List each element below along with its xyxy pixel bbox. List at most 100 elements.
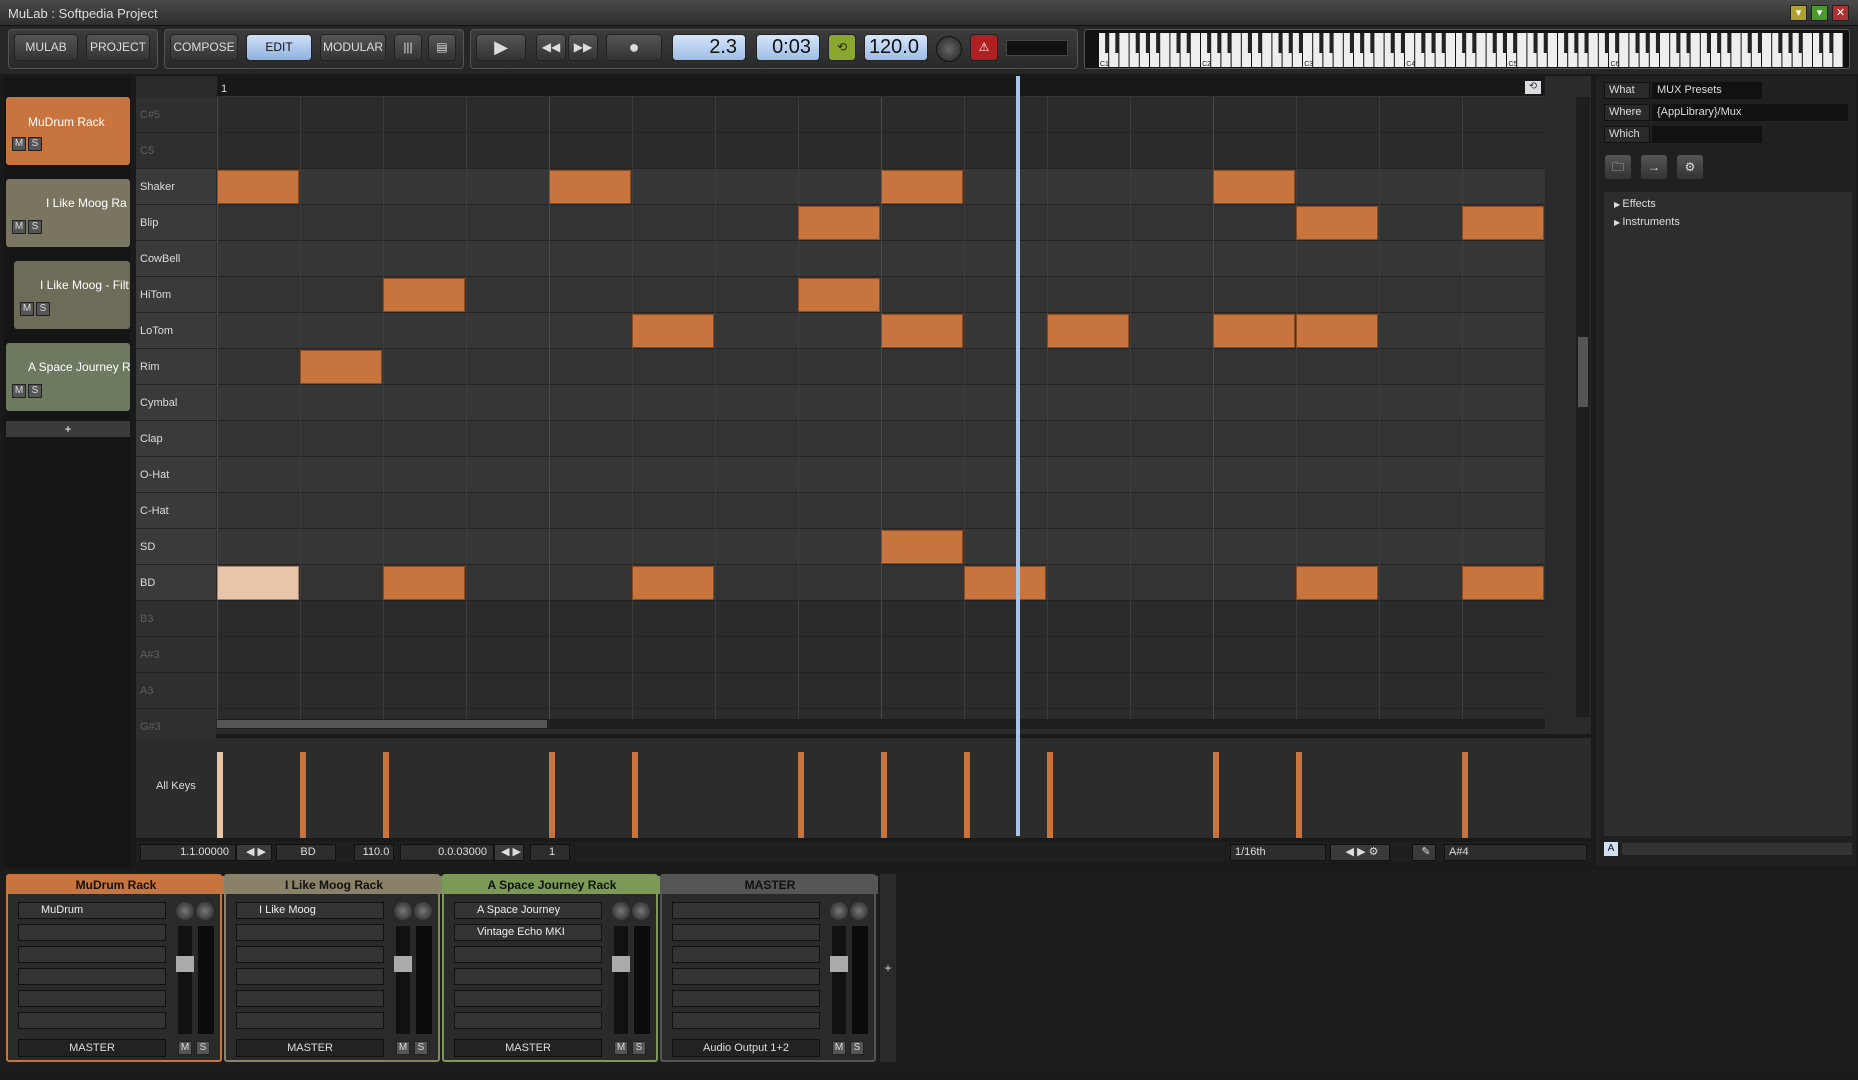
send-knob-icon[interactable]: [414, 902, 432, 920]
white-key[interactable]: [1262, 33, 1272, 67]
key-label[interactable]: SD: [136, 529, 216, 565]
note-block[interactable]: [549, 170, 631, 204]
fader-handle[interactable]: [612, 956, 630, 972]
insert-slot[interactable]: [236, 968, 384, 985]
loop-icon[interactable]: ⟲: [828, 34, 856, 61]
white-key[interactable]: [1333, 33, 1343, 67]
velocity-lane[interactable]: All Keys: [136, 738, 1591, 838]
note-length-field[interactable]: 0.0.03000: [400, 844, 494, 861]
edit-button[interactable]: EDIT: [246, 34, 312, 61]
maximize-icon[interactable]: ▾: [1811, 5, 1828, 21]
mute-button[interactable]: M: [614, 1041, 628, 1055]
insert-slot[interactable]: [236, 990, 384, 1007]
note-grid[interactable]: [217, 97, 1545, 719]
velocity-bar[interactable]: [798, 752, 804, 838]
key-label[interactable]: Clap: [136, 421, 216, 457]
white-key[interactable]: [1445, 33, 1455, 67]
solo-button[interactable]: S: [28, 137, 42, 151]
mute-button[interactable]: M: [20, 302, 34, 316]
time-display[interactable]: 0:03: [756, 34, 820, 61]
note-block[interactable]: [1213, 170, 1295, 204]
note-block[interactable]: [1213, 314, 1295, 348]
add-track-button[interactable]: +: [6, 421, 130, 437]
horizontal-scrollbar[interactable]: [217, 719, 1545, 729]
note-block[interactable]: [964, 566, 1046, 600]
insert-slot[interactable]: [454, 968, 602, 985]
note-block[interactable]: [798, 206, 880, 240]
play-icon[interactable]: ▶: [476, 34, 526, 61]
note-key-field[interactable]: BD: [276, 844, 336, 861]
track-moog-filter[interactable]: I Like Moog - Filt MS: [14, 261, 130, 329]
pencil-icon[interactable]: ✎: [1412, 844, 1436, 861]
white-key[interactable]: [1802, 33, 1812, 67]
white-key[interactable]: [1660, 33, 1670, 67]
pan-knob-icon[interactable]: [612, 902, 630, 920]
fader-handle[interactable]: [394, 956, 412, 972]
mute-button[interactable]: M: [178, 1041, 192, 1055]
mixer-view-icon[interactable]: |||: [394, 34, 422, 61]
note-block[interactable]: [1462, 206, 1544, 240]
velocity-bar[interactable]: [1296, 752, 1302, 838]
quantize-stepper-icon[interactable]: ◀ ▶ ⚙: [1330, 844, 1390, 861]
fader-handle[interactable]: [830, 956, 848, 972]
add-strip-button[interactable]: +: [880, 874, 896, 1062]
note-block[interactable]: [1462, 566, 1544, 600]
solo-button[interactable]: S: [28, 384, 42, 398]
velocity-bar[interactable]: [1213, 752, 1219, 838]
output-select[interactable]: MASTER: [18, 1039, 166, 1057]
where-field[interactable]: {AppLibrary}/Mux: [1652, 104, 1848, 121]
send-knob-icon[interactable]: [632, 902, 650, 920]
white-key[interactable]: [1547, 33, 1557, 67]
key-label[interactable]: B3: [136, 601, 216, 637]
track-mudrum[interactable]: MuDrum Rack MS: [6, 97, 130, 165]
track-space-journey[interactable]: A Space Journey R MS: [6, 343, 130, 411]
fast-forward-icon[interactable]: ▶▶: [568, 34, 598, 61]
key-label[interactable]: CowBell: [136, 241, 216, 277]
solo-button[interactable]: S: [196, 1041, 210, 1055]
gear-icon[interactable]: ⚙: [1676, 154, 1704, 180]
length-stepper-icon[interactable]: ◀ ▶: [494, 844, 524, 861]
key-label[interactable]: HiTom: [136, 277, 216, 313]
note-block[interactable]: [383, 566, 465, 600]
note-position-field[interactable]: 1.1.00000: [140, 844, 236, 861]
mute-button[interactable]: M: [12, 137, 26, 151]
key-label[interactable]: C#5: [136, 97, 216, 133]
white-key[interactable]: [1833, 33, 1843, 67]
note-block[interactable]: [1296, 566, 1378, 600]
rewind-icon[interactable]: ◀◀: [536, 34, 566, 61]
project-button[interactable]: PROJECT: [86, 34, 150, 61]
piano-keys[interactable]: C1 C2 C3 C4 C5 C6: [1085, 30, 1851, 70]
insert-slot[interactable]: [672, 924, 820, 941]
solo-button[interactable]: S: [850, 1041, 864, 1055]
track-moog-rack[interactable]: I Like Moog Ra MS: [6, 179, 130, 247]
browser-view-icon[interactable]: ▤: [428, 34, 456, 61]
velocity-bars[interactable]: [217, 738, 1545, 838]
velocity-bar[interactable]: [217, 752, 223, 838]
mute-button[interactable]: M: [832, 1041, 846, 1055]
note-block[interactable]: [1296, 314, 1378, 348]
pan-knob-icon[interactable]: [394, 902, 412, 920]
output-select[interactable]: MASTER: [236, 1039, 384, 1057]
note-block[interactable]: [881, 530, 963, 564]
velocity-bar[interactable]: [383, 752, 389, 838]
white-key[interactable]: [1231, 33, 1241, 67]
insert-slot[interactable]: [672, 902, 820, 919]
record-icon[interactable]: ●: [606, 34, 662, 61]
note-velocity-field[interactable]: 110.0: [354, 844, 394, 861]
white-key[interactable]: [1690, 33, 1700, 67]
import-icon[interactable]: →: [1640, 154, 1668, 180]
note-block[interactable]: [798, 278, 880, 312]
white-key[interactable]: [1588, 33, 1598, 67]
white-key[interactable]: [1119, 33, 1129, 67]
insert-slot[interactable]: A Space Journey: [454, 902, 602, 919]
insert-slot[interactable]: [18, 946, 166, 963]
timeline-ruler[interactable]: 1 ⟲: [217, 76, 1545, 97]
velocity-bar[interactable]: [964, 752, 970, 838]
insert-slot[interactable]: [18, 924, 166, 941]
what-field[interactable]: MUX Presets: [1652, 82, 1762, 99]
send-knob-icon[interactable]: [196, 902, 214, 920]
insert-slot[interactable]: [18, 1012, 166, 1029]
volume-fader[interactable]: [830, 926, 848, 1034]
insert-slot[interactable]: [454, 990, 602, 1007]
solo-button[interactable]: S: [414, 1041, 428, 1055]
